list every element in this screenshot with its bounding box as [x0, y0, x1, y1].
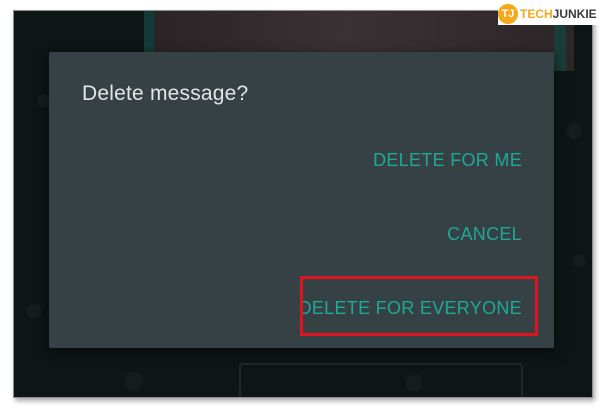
dialog-title: Delete message? [82, 82, 249, 105]
delete-message-dialog: Delete message? DELETE FOR ME CANCEL DEL… [49, 52, 554, 348]
techjunkie-logo: TJ TECH JUNKIE [498, 3, 601, 25]
logo-text-tech: TECH [520, 7, 553, 21]
delete-for-me-button[interactable]: DELETE FOR ME [373, 150, 522, 171]
cancel-button[interactable]: CANCEL [447, 224, 522, 245]
background-input-bar [239, 363, 523, 397]
logo-badge-icon: TJ [498, 4, 518, 24]
delete-for-everyone-button[interactable]: DELETE FOR EVERYONE [299, 298, 522, 319]
logo-text-junkie: JUNKIE [552, 7, 597, 21]
